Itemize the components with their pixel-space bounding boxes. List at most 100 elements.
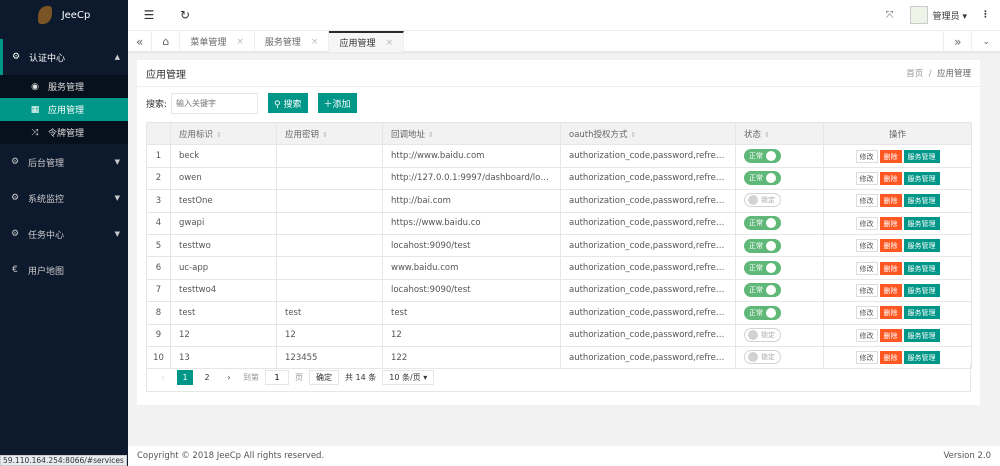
delete-button[interactable]: 删除 bbox=[879, 171, 902, 185]
sidebar-item-3[interactable]: ⚙ 任务中心 ▼ bbox=[0, 216, 128, 252]
tabs-scroll-left-icon[interactable]: « bbox=[128, 31, 153, 52]
edit-button[interactable]: 修改 bbox=[855, 306, 878, 320]
tab-bar: « ⌂ 菜单管理 × 服务管理 × 应用管理 × » ⌄ bbox=[128, 30, 1000, 52]
panel-title: 应用管理 bbox=[146, 69, 186, 81]
sort-icon[interactable]: ⇕ bbox=[428, 131, 434, 139]
delete-button[interactable]: 删除 bbox=[879, 328, 902, 342]
menu-toggle-icon[interactable]: ☰ bbox=[134, 8, 164, 22]
edit-button[interactable]: 修改 bbox=[855, 283, 878, 297]
sort-icon[interactable]: ⇕ bbox=[631, 131, 637, 139]
more-icon[interactable]: ⋮ bbox=[981, 10, 990, 20]
service-manage-button[interactable]: 服务管理 bbox=[903, 351, 940, 365]
page-size-select[interactable]: 10 条/页 ▾ bbox=[382, 370, 435, 385]
goto-confirm-button[interactable]: 确定 bbox=[309, 370, 339, 385]
close-icon[interactable]: × bbox=[385, 38, 393, 48]
refresh-icon[interactable]: ↻ bbox=[170, 8, 200, 22]
tabs-dropdown-icon[interactable]: ⌄ bbox=[972, 31, 1000, 52]
avatar[interactable] bbox=[909, 6, 928, 24]
sidebar-item-1[interactable]: ⚙ 后台管理 ▼ bbox=[0, 144, 128, 180]
sidebar-subitem-2[interactable]: ⤨ 令牌管理 bbox=[0, 121, 128, 144]
app-secret bbox=[276, 144, 383, 168]
sort-icon[interactable]: ⇕ bbox=[322, 131, 328, 139]
service-manage-button[interactable]: 服务管理 bbox=[903, 149, 940, 163]
status-toggle[interactable]: 正常 bbox=[744, 149, 781, 164]
status-toggle[interactable]: 正常 bbox=[744, 305, 781, 320]
sidebar-subitem-0[interactable]: ◉ 服务管理 bbox=[0, 75, 128, 98]
app-table: 应用标识 ⇕ 应用密钥 ⇕ 回调地址 ⇕ oauth授权方式 ⇕ 状态 ⇕ 操作 1 beck ht… bbox=[146, 121, 972, 370]
edit-button[interactable]: 修改 bbox=[855, 328, 878, 342]
service-manage-button[interactable]: 服务管理 bbox=[903, 306, 940, 320]
tab-1[interactable]: 服务管理 × bbox=[255, 31, 330, 52]
column-label: 应用标识 bbox=[179, 129, 214, 140]
service-manage-button[interactable]: 服务管理 bbox=[903, 283, 940, 297]
column-header-0[interactable]: 应用标识 ⇕ bbox=[170, 121, 277, 146]
sort-icon[interactable]: ⇕ bbox=[764, 131, 770, 139]
status-toggle[interactable]: 正常 bbox=[744, 171, 781, 186]
page-1[interactable]: 1 bbox=[177, 370, 193, 385]
add-button[interactable]: ＋添加 bbox=[317, 93, 357, 113]
status-toggle[interactable]: 锁定 bbox=[744, 350, 781, 365]
user-menu[interactable]: 管理员 ▾ bbox=[933, 9, 967, 22]
column-header-4[interactable]: 状态 ⇕ bbox=[735, 121, 824, 146]
edit-button[interactable]: 修改 bbox=[855, 216, 878, 230]
service-manage-button[interactable]: 服务管理 bbox=[903, 239, 940, 253]
status-toggle[interactable]: 正常 bbox=[744, 238, 781, 253]
edit-button[interactable]: 修改 bbox=[855, 149, 878, 163]
tabs-scroll-right-icon[interactable]: » bbox=[943, 31, 973, 52]
app-secret: 12 bbox=[276, 323, 383, 347]
breadcrumb-home[interactable]: 首页 bbox=[906, 69, 923, 79]
app-id: test bbox=[170, 301, 277, 325]
column-header-1[interactable]: 应用密钥 ⇕ bbox=[276, 121, 383, 146]
column-header-2[interactable]: 回调地址 ⇕ bbox=[382, 121, 561, 146]
status-toggle[interactable]: 锁定 bbox=[744, 327, 781, 342]
delete-button[interactable]: 删除 bbox=[879, 306, 902, 320]
delete-button[interactable]: 删除 bbox=[879, 261, 902, 275]
edit-button[interactable]: 修改 bbox=[855, 261, 878, 275]
status-label: 正常 bbox=[749, 264, 763, 273]
close-icon[interactable]: × bbox=[236, 37, 244, 47]
prev-page-icon[interactable]: ‹ bbox=[155, 370, 171, 385]
edit-button[interactable]: 修改 bbox=[855, 239, 878, 253]
column-label: 操作 bbox=[888, 129, 906, 140]
page-2[interactable]: 2 bbox=[199, 370, 215, 385]
delete-button[interactable]: 删除 bbox=[879, 239, 902, 253]
sidebar-item-2[interactable]: ⚙ 系统监控 ▼ bbox=[0, 180, 128, 216]
service-manage-button[interactable]: 服务管理 bbox=[903, 328, 940, 342]
status-toggle[interactable]: 锁定 bbox=[744, 193, 781, 208]
app-id: 12 bbox=[170, 323, 277, 347]
service-manage-button[interactable]: 服务管理 bbox=[903, 171, 940, 185]
globe-icon: ◉ bbox=[31, 81, 39, 92]
column-header-3[interactable]: oauth授权方式 ⇕ bbox=[560, 121, 736, 146]
service-manage-button[interactable]: 服务管理 bbox=[903, 194, 940, 208]
fullscreen-icon[interactable]: ⤧ bbox=[886, 10, 894, 21]
sidebar-item-4[interactable]: € 用户地图 bbox=[0, 252, 128, 288]
service-manage-button[interactable]: 服务管理 bbox=[903, 216, 940, 230]
app-secret bbox=[276, 278, 383, 303]
caret-up-icon: ▲ bbox=[114, 53, 120, 61]
edit-button[interactable]: 修改 bbox=[855, 171, 878, 185]
status-toggle[interactable]: 正常 bbox=[744, 216, 781, 231]
next-page-icon[interactable]: › bbox=[221, 370, 237, 385]
sidebar-subitem-1[interactable]: ▦ 应用管理 bbox=[0, 98, 128, 121]
status-toggle[interactable]: 正常 bbox=[744, 283, 781, 298]
toggle-knob bbox=[766, 151, 776, 162]
status-toggle[interactable]: 正常 bbox=[744, 261, 781, 276]
goto-page-input[interactable] bbox=[265, 370, 289, 385]
tab-0[interactable]: 菜单管理 × bbox=[180, 31, 255, 52]
delete-button[interactable]: 删除 bbox=[879, 283, 902, 297]
delete-button[interactable]: 删除 bbox=[879, 149, 902, 163]
logo[interactable]: JeeCp bbox=[0, 0, 128, 30]
close-icon[interactable]: × bbox=[311, 37, 319, 47]
sidebar-item-0[interactable]: ⚙ 认证中心 ▲ bbox=[0, 39, 128, 75]
search-input[interactable] bbox=[171, 92, 259, 114]
edit-button[interactable]: 修改 bbox=[855, 194, 878, 208]
delete-button[interactable]: 删除 bbox=[879, 194, 902, 208]
delete-button[interactable]: 删除 bbox=[879, 216, 902, 230]
sort-icon[interactable]: ⇕ bbox=[216, 131, 222, 139]
search-button[interactable]: ⚲ 搜索 bbox=[268, 93, 308, 113]
edit-button[interactable]: 修改 bbox=[855, 351, 878, 365]
tab-2[interactable]: 应用管理 × bbox=[329, 31, 405, 52]
delete-button[interactable]: 删除 bbox=[879, 351, 902, 365]
home-tab-icon[interactable]: ⌂ bbox=[152, 31, 181, 52]
service-manage-button[interactable]: 服务管理 bbox=[903, 261, 940, 275]
